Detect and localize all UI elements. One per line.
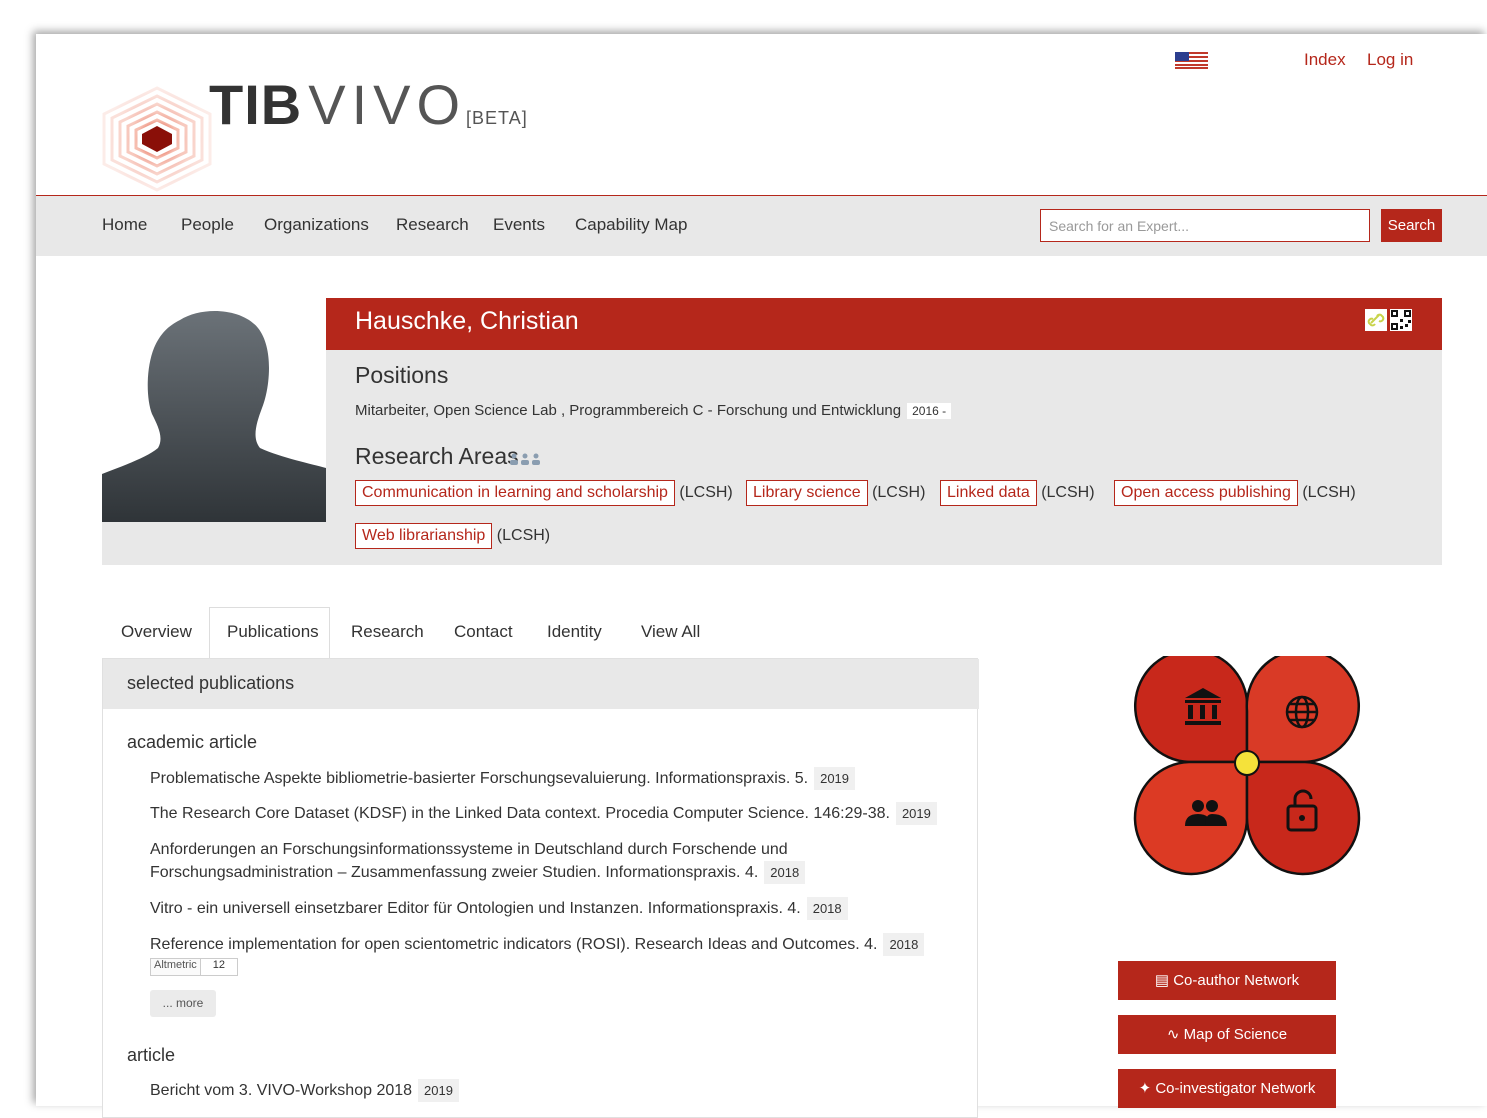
- publication-item: Anforderungen an Forschungsinformationss…: [150, 838, 806, 884]
- brand-vivo: VIVO: [308, 73, 467, 136]
- publication-year: 2019: [418, 1079, 459, 1102]
- positions-heading: Positions: [355, 362, 449, 388]
- position-text[interactable]: Mitarbeiter, Open Science Lab , Programm…: [355, 402, 901, 419]
- research-area-item: Library science (LCSH): [746, 480, 925, 506]
- profile-header-bar: Hauschke, Christian: [326, 298, 1442, 350]
- nav-people[interactable]: People: [181, 215, 234, 235]
- clover-petal-global: [1245, 656, 1361, 764]
- publication-item: Bericht vom 3. VIVO-Workshop 2018 2019: [150, 1079, 459, 1102]
- altmetric-label: Altmetric: [151, 959, 201, 975]
- research-areas-heading: Research Areas: [355, 443, 519, 469]
- publications-panel: selected publications: [102, 658, 979, 1118]
- more-publications-button[interactable]: ... more: [150, 990, 216, 1017]
- research-area-link[interactable]: Linked data: [940, 480, 1037, 506]
- tab-overview[interactable]: Overview: [121, 622, 192, 642]
- publication-year: 2018: [806, 897, 848, 920]
- research-area-link[interactable]: Library science: [746, 480, 868, 506]
- main-nav: Home People Organizations Research Event…: [36, 196, 1487, 256]
- nav-events[interactable]: Events: [493, 215, 545, 235]
- publications-heading: selected publications: [127, 673, 295, 693]
- publication-link[interactable]: Vitro - ein universell einsetzbarer Edit…: [150, 900, 801, 917]
- co-investigator-network-button[interactable]: ✦ Co-investigator Network: [1118, 1069, 1336, 1108]
- publication-category: article: [127, 1045, 176, 1065]
- publication-link-line1[interactable]: Anforderungen an Forschungsinformationss…: [150, 838, 805, 861]
- research-area-scheme: (LCSH): [679, 484, 733, 501]
- search-button[interactable]: Search: [1381, 209, 1442, 242]
- tab-research[interactable]: Research: [351, 622, 424, 642]
- publication-link[interactable]: Problematische Aspekte bibliometrie-basi…: [150, 770, 808, 787]
- research-area-link[interactable]: Open access publishing: [1114, 480, 1298, 506]
- tab-identity[interactable]: Identity: [547, 622, 602, 642]
- search-input[interactable]: Search for an Expert...: [1040, 209, 1370, 242]
- altmetric-badge[interactable]: Altmetric 12: [150, 958, 239, 976]
- research-area-scheme: (LCSH): [1041, 484, 1095, 501]
- research-clover-graphic[interactable]: [1123, 656, 1363, 878]
- investigator-icon: ✦: [1138, 1080, 1156, 1097]
- profile-actions: [1365, 309, 1412, 331]
- people-group-icon[interactable]: [508, 452, 542, 466]
- nav-home[interactable]: Home: [102, 215, 147, 235]
- publication-link[interactable]: The Research Core Dataset (KDSF) in the …: [150, 805, 890, 822]
- brand-wordmark[interactable]: TIB VIVO[BETA]: [209, 72, 528, 137]
- co-investigator-network-label: Co-investigator Network: [1155, 1080, 1316, 1097]
- publication-year: 2019: [814, 767, 856, 790]
- network-icon: ▤: [1154, 972, 1174, 989]
- publication-item: Problematische Aspekte bibliometrie-basi…: [150, 767, 856, 790]
- publication-category: academic article: [127, 732, 258, 752]
- altmetric-score: 12: [212, 959, 226, 971]
- publication-year: 2018: [764, 861, 806, 884]
- login-link[interactable]: Log in: [1367, 50, 1413, 70]
- nav-capability-map[interactable]: Capability Map: [575, 215, 687, 235]
- tab-contact[interactable]: Contact: [454, 622, 513, 642]
- nav-research[interactable]: Research: [396, 215, 469, 235]
- brand-beta: [BETA]: [466, 108, 528, 128]
- research-area-scheme: (LCSH): [1302, 484, 1356, 501]
- research-area-item: Open access publishing (LCSH): [1114, 480, 1356, 506]
- nav-organizations[interactable]: Organizations: [264, 215, 369, 235]
- map-of-science-button[interactable]: ∿ Map of Science: [1118, 1015, 1336, 1054]
- tab-publications[interactable]: Publications: [227, 622, 319, 642]
- publication-year: 2019: [895, 802, 937, 825]
- profile-name: Hauschke, Christian: [355, 307, 579, 335]
- publications-header: selected publications: [103, 659, 979, 709]
- co-author-network-label: Co-author Network: [1173, 972, 1300, 989]
- co-author-network-button[interactable]: ▤ Co-author Network: [1118, 961, 1336, 1000]
- tib-logo-icon[interactable]: [102, 86, 212, 192]
- publication-year: 2018: [883, 933, 925, 956]
- position-entry: Mitarbeiter, Open Science Lab , Programm…: [355, 402, 952, 419]
- publication-item: The Research Core Dataset (KDSF) in the …: [150, 802, 937, 825]
- map-icon: ∿: [1166, 1026, 1184, 1043]
- us-flag-icon[interactable]: [1175, 52, 1208, 69]
- research-area-scheme: (LCSH): [872, 484, 926, 501]
- research-area-item: Communication in learning and scholarshi…: [355, 480, 733, 506]
- publication-item: Reference implementation for open scient…: [150, 933, 925, 956]
- research-area-link[interactable]: Communication in learning and scholarshi…: [355, 480, 675, 506]
- map-of-science-label: Map of Science: [1183, 1026, 1288, 1043]
- position-years: 2016 -: [907, 403, 952, 419]
- profile-photo-placeholder: [102, 298, 326, 522]
- research-area-item: Web librarianship (LCSH): [355, 523, 550, 549]
- tab-view-all[interactable]: View All: [641, 622, 700, 642]
- research-area-link[interactable]: Web librarianship: [355, 523, 493, 549]
- page: TIB VIVO[BETA] Index Log in Home People O…: [36, 34, 1487, 1118]
- brand-tib: TIB: [209, 73, 303, 136]
- publication-link[interactable]: Forschungsadministration – Zusammenfassu…: [150, 864, 758, 881]
- index-link[interactable]: Index: [1304, 50, 1346, 70]
- publication-item: Vitro - ein universell einsetzbarer Edit…: [150, 897, 848, 920]
- research-area-scheme: (LCSH): [496, 527, 551, 544]
- publication-link[interactable]: Reference implementation for open scient…: [150, 936, 877, 953]
- publication-link[interactable]: Bericht vom 3. VIVO-Workshop 2018: [150, 1082, 412, 1099]
- clover-center: [1234, 750, 1260, 776]
- research-area-item: Linked data (LCSH): [940, 480, 1095, 506]
